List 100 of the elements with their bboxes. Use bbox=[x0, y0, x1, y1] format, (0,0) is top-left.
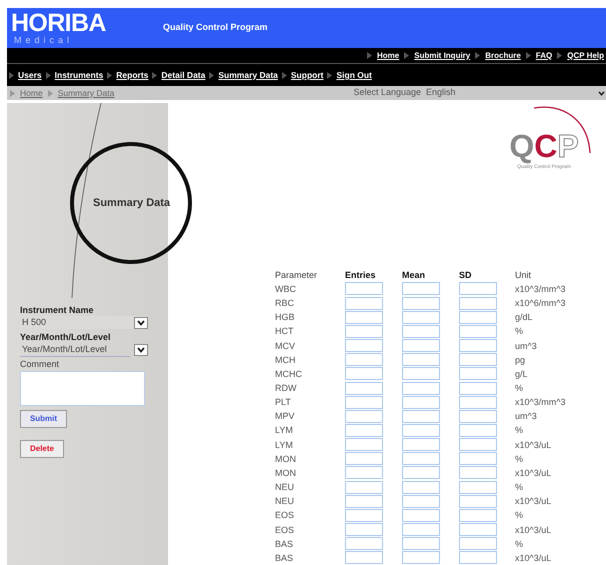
value-input[interactable] bbox=[402, 523, 440, 536]
value-input[interactable] bbox=[345, 396, 383, 409]
nav-link[interactable]: Detail Data bbox=[161, 68, 206, 82]
value-input[interactable] bbox=[345, 466, 383, 480]
nav-link[interactable]: Sign Out bbox=[336, 68, 372, 82]
value-input[interactable] bbox=[459, 523, 497, 536]
value-input[interactable] bbox=[459, 508, 497, 522]
value-input[interactable] bbox=[459, 339, 497, 352]
value-input[interactable] bbox=[402, 324, 440, 338]
value-input[interactable] bbox=[345, 353, 383, 366]
unit-cell-text: x10^3/uL bbox=[515, 466, 552, 480]
value-input[interactable] bbox=[345, 480, 383, 494]
value-input[interactable] bbox=[459, 438, 497, 452]
arrow-icon bbox=[475, 52, 480, 59]
nav-link[interactable]: Support bbox=[290, 68, 324, 82]
top-link[interactable]: QCP Help bbox=[567, 50, 604, 62]
arrow-icon bbox=[367, 52, 372, 59]
value-input[interactable] bbox=[345, 424, 383, 437]
caret-icon bbox=[137, 320, 145, 326]
unit-cell-text: x10^3/uL bbox=[515, 438, 552, 452]
value-input[interactable] bbox=[459, 424, 497, 437]
value-input[interactable] bbox=[345, 452, 383, 466]
value-input[interactable] bbox=[345, 282, 383, 296]
value-input[interactable] bbox=[459, 396, 497, 409]
submit-button[interactable]: Submit bbox=[20, 410, 67, 428]
unit-cell-text: x10^3/mm^3 bbox=[515, 282, 566, 296]
value-input[interactable] bbox=[459, 466, 497, 480]
value-input[interactable] bbox=[402, 452, 440, 466]
value-input[interactable] bbox=[402, 367, 440, 380]
value-input[interactable] bbox=[402, 424, 440, 437]
value-input[interactable] bbox=[402, 537, 440, 550]
unit-cell-text: % bbox=[515, 481, 524, 494]
value-input[interactable] bbox=[345, 508, 383, 522]
nav-link[interactable]: Summary Data bbox=[218, 68, 278, 82]
value-input[interactable] bbox=[459, 452, 497, 466]
value-input[interactable] bbox=[459, 367, 497, 380]
value-input[interactable] bbox=[459, 551, 497, 564]
value-input[interactable] bbox=[459, 353, 497, 366]
value-input[interactable] bbox=[345, 410, 383, 423]
period-select[interactable]: Year/Month/Lot/Level bbox=[20, 343, 148, 357]
value-input[interactable] bbox=[345, 367, 383, 380]
value-input[interactable] bbox=[402, 310, 440, 324]
delete-button[interactable]: Delete bbox=[20, 440, 64, 458]
top-link[interactable]: FAQ bbox=[536, 50, 552, 62]
value-input[interactable] bbox=[402, 480, 440, 494]
breadcrumb-link[interactable]: Home bbox=[20, 86, 43, 100]
top-link[interactable]: Home bbox=[377, 50, 400, 62]
value-input[interactable] bbox=[345, 296, 383, 310]
arrow-icon bbox=[48, 90, 53, 96]
parameter-cell-text: NEU bbox=[275, 481, 296, 494]
value-input[interactable] bbox=[459, 480, 497, 494]
value-input[interactable] bbox=[459, 296, 497, 310]
instrument-select[interactable]: H 500 bbox=[20, 316, 148, 329]
nav-link[interactable]: Reports bbox=[116, 68, 148, 82]
value-input[interactable] bbox=[402, 410, 440, 423]
value-input[interactable] bbox=[459, 324, 497, 338]
value-input[interactable] bbox=[345, 310, 383, 324]
nav-link[interactable]: Users bbox=[18, 68, 42, 82]
value-input[interactable] bbox=[402, 396, 440, 409]
value-input[interactable] bbox=[402, 382, 440, 395]
value-input[interactable] bbox=[402, 508, 440, 522]
value-input[interactable] bbox=[345, 438, 383, 452]
brand-subtitle: Medical bbox=[13, 35, 74, 45]
value-input[interactable] bbox=[459, 310, 497, 324]
value-input[interactable] bbox=[345, 339, 383, 352]
value-input[interactable] bbox=[345, 382, 383, 395]
value-input[interactable] bbox=[402, 494, 440, 508]
language-select[interactable]: English bbox=[426, 86, 606, 100]
value-input[interactable] bbox=[459, 282, 497, 296]
parameter-cell-text: LYM bbox=[275, 424, 294, 438]
value-input[interactable] bbox=[459, 382, 497, 395]
value-input[interactable] bbox=[459, 494, 497, 508]
value-input[interactable] bbox=[459, 537, 497, 550]
nav-link[interactable]: Instruments bbox=[54, 68, 104, 82]
value-input[interactable] bbox=[402, 296, 440, 310]
value-input[interactable] bbox=[402, 339, 440, 352]
unit-cell-text: x10^3/uL bbox=[515, 552, 552, 565]
value-input[interactable] bbox=[345, 551, 383, 564]
field-label: Year/Month/Lot/Level bbox=[20, 332, 112, 343]
top-link[interactable]: Submit Inquiry bbox=[414, 50, 470, 62]
parameter-cell-text: MON bbox=[275, 466, 297, 480]
value-input[interactable] bbox=[345, 537, 383, 550]
comment-field[interactable] bbox=[20, 371, 145, 406]
value-input[interactable] bbox=[459, 410, 497, 423]
value-input[interactable] bbox=[402, 551, 440, 564]
dropdown-button[interactable] bbox=[134, 316, 148, 328]
value-input[interactable] bbox=[402, 466, 440, 480]
value-input[interactable] bbox=[402, 282, 440, 296]
value-input[interactable] bbox=[345, 494, 383, 508]
unit-cell-text: % bbox=[515, 538, 524, 551]
dropdown-button[interactable] bbox=[134, 344, 148, 356]
breadcrumb-link[interactable]: Summary Data bbox=[58, 86, 114, 100]
unit-cell-text: x10^3/uL bbox=[515, 524, 552, 537]
value-input[interactable] bbox=[345, 324, 383, 338]
value-input[interactable] bbox=[345, 523, 383, 536]
brand-logo: HORIBA bbox=[11, 11, 107, 35]
value-input[interactable] bbox=[402, 438, 440, 452]
value-input[interactable] bbox=[402, 353, 440, 366]
parameter-cell-text: EOS bbox=[275, 524, 296, 537]
top-link[interactable]: Brochure bbox=[485, 50, 521, 62]
